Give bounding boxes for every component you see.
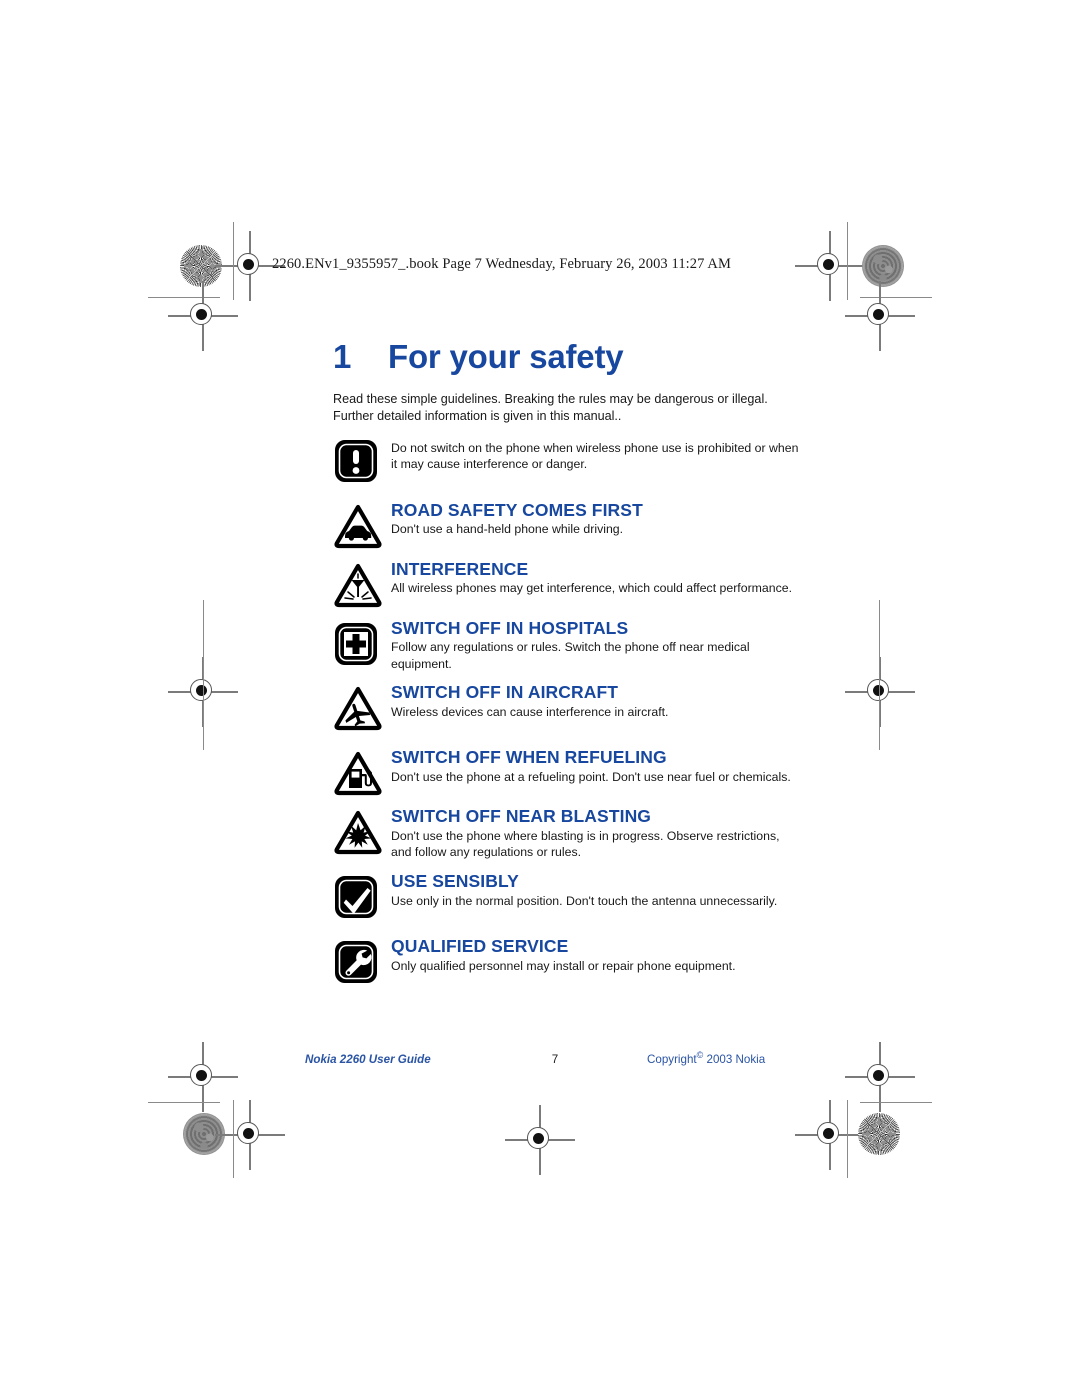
safety-item-body: Follow any regulations or rules. Switch … xyxy=(391,640,750,671)
car-warning-triangle-icon xyxy=(333,501,391,549)
trim-rule-right-vertical-bottom xyxy=(847,1100,849,1178)
trim-rule-right-vertical-top xyxy=(847,222,849,300)
safety-item: SWITCH OFF IN HOSPITALS Follow any regul… xyxy=(333,617,803,673)
footer-copyright-label: Copyright xyxy=(647,1052,697,1066)
safety-item-body: Only qualified personnel may install or … xyxy=(391,958,736,973)
registration-crosshair-top-right-inner xyxy=(795,231,865,301)
safety-item-heading: SWITCH OFF IN AIRCRAFT xyxy=(391,682,619,703)
copyright-symbol-icon: © xyxy=(696,1050,704,1060)
safety-item-heading: SWITCH OFF NEAR BLASTING xyxy=(391,806,652,827)
safety-item: QUALIFIED SERVICE Only qualified personn… xyxy=(333,935,803,985)
wrench-icon xyxy=(333,937,391,985)
chapter-number: 1 xyxy=(333,338,352,375)
safety-item-heading: QUALIFIED SERVICE xyxy=(391,935,569,956)
footer-copyright-owner: 2003 Nokia xyxy=(706,1052,766,1066)
page-content: 1 For your safety Read these simple guid… xyxy=(333,338,803,987)
safety-item: ROAD SAFETY COMES FIRST Don't use a hand… xyxy=(333,499,803,549)
safety-item-heading: SWITCH OFF WHEN REFUELING xyxy=(391,747,667,768)
exclamation-mark-icon xyxy=(333,436,391,484)
registration-starburst-bottom-right xyxy=(858,1113,900,1155)
checkmark-icon xyxy=(333,872,391,920)
safety-item-body: Do not switch on the phone when wireless… xyxy=(391,440,799,472)
trim-rule-left-horizontal-top xyxy=(148,297,220,299)
footer-copyright: Copyright© 2003 Nokia xyxy=(595,1050,805,1066)
trim-rule-right-horizontal-bottom xyxy=(860,1102,932,1104)
footer-guide-name: Nokia 2260 User Guide xyxy=(305,1052,431,1066)
airplane-warning-triangle-icon xyxy=(333,683,391,731)
trim-rule-left-vertical-middle xyxy=(203,600,205,750)
safety-item: SWITCH OFF NEAR BLASTING Don't use the p… xyxy=(333,807,803,861)
safety-item-body: Don't use a hand-held phone while drivin… xyxy=(391,522,624,537)
print-slug-line: 2260.ENv1_9355957_.book Page 7 Wednesday… xyxy=(272,256,731,272)
safety-item-heading: SWITCH OFF IN HOSPITALS xyxy=(391,617,629,638)
trim-rule-left-vertical-bottom xyxy=(233,1100,235,1178)
trim-rule-left-vertical-top xyxy=(233,222,235,300)
safety-item-heading: INTERFERENCE xyxy=(391,558,529,579)
registration-density-dot-bottom-left xyxy=(183,1113,225,1155)
registration-crosshair-bottom-right-inner xyxy=(795,1100,865,1170)
registration-crosshair-left-top xyxy=(168,281,238,351)
safety-item-body: Don't use the phone at a refueling point… xyxy=(391,770,791,785)
trim-rule-right-vertical-middle xyxy=(879,600,881,750)
explosion-warning-triangle-icon xyxy=(333,807,391,855)
fuel-pump-warning-triangle-icon xyxy=(333,748,391,796)
registration-crosshair-right-top xyxy=(845,281,915,351)
safety-item-body: Don't use the phone where blasting is in… xyxy=(391,829,780,860)
safety-item-body: Use only in the normal position. Don't t… xyxy=(391,893,778,908)
page-title: 1 For your safety xyxy=(333,338,803,375)
registration-crosshair-bottom-left-inner xyxy=(215,1100,285,1170)
antenna-interference-triangle-icon xyxy=(333,560,391,608)
chapter-title-text: For your safety xyxy=(388,338,624,375)
page-footer: Nokia 2260 User Guide 7 Copyright© 2003 … xyxy=(305,1050,805,1066)
intro-paragraph: Read these simple guidelines. Breaking t… xyxy=(333,391,768,423)
registration-density-dot-top-right xyxy=(862,245,904,287)
safety-item: Do not switch on the phone when wireless… xyxy=(333,436,803,484)
footer-page-number: 7 xyxy=(551,1052,559,1066)
registration-starburst-top-left xyxy=(180,245,222,287)
safety-item: SWITCH OFF IN AIRCRAFT Wireless devices … xyxy=(333,683,803,731)
safety-item: SWITCH OFF WHEN REFUELING Don't use the … xyxy=(333,748,803,796)
safety-item-heading: ROAD SAFETY COMES FIRST xyxy=(391,499,643,520)
safety-item-heading: USE SENSIBLY xyxy=(391,870,519,891)
safety-item-body: Wireless devices can cause interference … xyxy=(391,705,669,720)
safety-item: USE SENSIBLY Use only in the normal posi… xyxy=(333,870,803,920)
trim-rule-right-horizontal-top xyxy=(860,297,932,299)
trim-rule-left-horizontal-bottom xyxy=(148,1102,220,1104)
registration-crosshair-bottom-center xyxy=(505,1105,575,1175)
safety-item: INTERFERENCE All wireless phones may get… xyxy=(333,558,803,608)
safety-item-body: All wireless phones may get interference… xyxy=(391,581,792,596)
medical-cross-icon xyxy=(333,619,391,667)
